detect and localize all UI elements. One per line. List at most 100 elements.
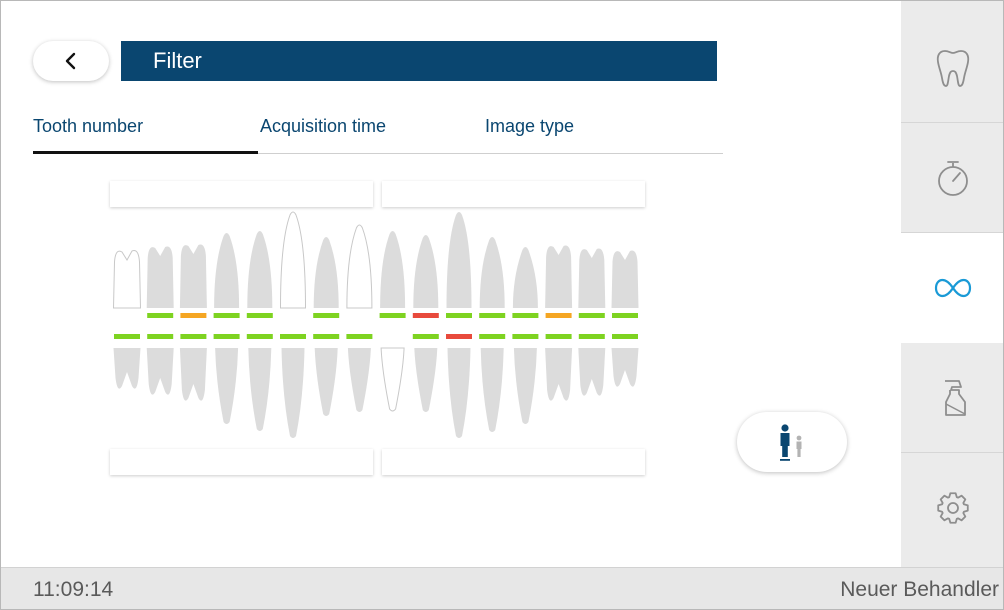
tooth-11[interactable] xyxy=(346,224,373,309)
tooth-21[interactable] xyxy=(379,231,406,318)
tooth-47[interactable] xyxy=(146,334,174,395)
tooth-23[interactable] xyxy=(446,212,472,318)
timer-icon xyxy=(938,160,968,196)
tooth-status-bar xyxy=(213,334,240,339)
tab-tooth-number[interactable]: Tooth number xyxy=(33,109,258,154)
tooth-shape xyxy=(281,348,305,438)
current-user[interactable]: Neuer Behandler xyxy=(840,568,999,609)
tooth-38[interactable] xyxy=(611,334,639,387)
tooth-status-bar xyxy=(412,334,439,339)
tooth-16[interactable] xyxy=(179,244,207,318)
gear-icon xyxy=(937,492,969,524)
tooth-22[interactable] xyxy=(412,235,439,318)
chevron-left-icon xyxy=(65,52,76,70)
tooth-shape xyxy=(414,348,438,412)
tooth-shape xyxy=(279,211,307,309)
tooth-shape xyxy=(215,348,239,424)
tooth-status-bar xyxy=(446,334,472,339)
tooth-status-bar xyxy=(313,334,340,339)
tooth-shape xyxy=(545,348,573,401)
sidebar-item-tooth[interactable] xyxy=(901,13,1003,123)
tooth-status-bar xyxy=(545,313,572,318)
tooth-shape xyxy=(112,250,142,309)
back-button[interactable] xyxy=(33,41,109,81)
tooth-status-bar xyxy=(147,313,174,318)
tooth-shape xyxy=(413,235,439,308)
sidebar-item-timer[interactable] xyxy=(901,123,1003,233)
tab-image-type[interactable]: Image type xyxy=(485,109,574,153)
tooth-32[interactable] xyxy=(412,334,439,412)
page-title: Filter xyxy=(121,41,717,81)
tooth-18[interactable] xyxy=(112,250,142,309)
lower-left-quadrant-panel[interactable] xyxy=(382,449,645,475)
tooth-26[interactable] xyxy=(545,245,573,318)
tooth-36[interactable] xyxy=(545,334,573,401)
tooth-status-bar xyxy=(612,334,638,339)
tooth-shape xyxy=(347,348,371,412)
upper-left-quadrant-panel[interactable] xyxy=(382,181,645,207)
tab-acquisition-time[interactable]: Acquisition time xyxy=(260,109,386,153)
tooth-shape xyxy=(380,231,406,308)
sidebar-item-settings[interactable] xyxy=(901,453,1003,563)
tooth-status-bar xyxy=(180,313,207,318)
tab-label: Acquisition time xyxy=(260,116,387,136)
upper-right-quadrant-panel[interactable] xyxy=(110,181,373,207)
tooth-17[interactable] xyxy=(146,246,174,318)
tooth-33[interactable] xyxy=(446,334,472,438)
tab-label: Tooth number xyxy=(33,116,144,136)
patient-type-toggle[interactable] xyxy=(737,412,847,472)
tooth-15[interactable] xyxy=(213,233,240,318)
lower-right-quadrant-panel[interactable] xyxy=(110,449,373,475)
infinity-icon xyxy=(934,278,972,298)
tooth-shape xyxy=(380,347,405,412)
tooth-45[interactable] xyxy=(213,334,240,424)
tooth-13[interactable] xyxy=(279,211,307,309)
tooth-42[interactable] xyxy=(313,334,340,416)
tooth-48[interactable] xyxy=(113,334,141,389)
tooth-status-bar xyxy=(280,334,306,339)
tooth-status-bar xyxy=(545,334,572,339)
tooth-41[interactable] xyxy=(346,334,373,412)
tooth-28[interactable] xyxy=(611,250,639,318)
tooth-status-bar xyxy=(346,334,373,339)
tooth-shape xyxy=(314,348,338,416)
tooth-31[interactable] xyxy=(380,347,405,412)
tooth-24[interactable] xyxy=(479,237,506,318)
tooth-14[interactable] xyxy=(246,231,273,318)
tooth-shape xyxy=(545,245,573,308)
tooth-shape xyxy=(578,248,606,308)
tooth-12[interactable] xyxy=(313,237,340,318)
tooth-status-bar xyxy=(612,313,638,318)
tooth-37[interactable] xyxy=(578,334,606,396)
tooth-shape xyxy=(446,212,472,308)
tooth-status-bar xyxy=(313,313,340,318)
tooth-35[interactable] xyxy=(512,334,539,424)
tooth-44[interactable] xyxy=(246,334,273,431)
tab-label: Image type xyxy=(485,116,575,136)
tooth-shape xyxy=(113,348,141,389)
tooth-status-bar xyxy=(479,334,506,339)
tooth-shape xyxy=(611,250,639,308)
sidebar-item-spray[interactable] xyxy=(901,343,1003,453)
tooth-shape xyxy=(513,348,537,424)
tooth-status-bar xyxy=(147,334,174,339)
tooth-status-bar xyxy=(512,313,539,318)
tooth-status-bar xyxy=(512,334,539,339)
tooth-shape xyxy=(512,247,538,308)
tooth-25[interactable] xyxy=(512,247,539,318)
tooth-43[interactable] xyxy=(280,334,306,438)
tooth-27[interactable] xyxy=(578,248,606,318)
status-bar: 11:09:14 Neuer Behandler xyxy=(1,567,1003,609)
tooth-46[interactable] xyxy=(179,334,207,401)
tooth-shape xyxy=(247,231,273,308)
tooth-shape xyxy=(179,244,207,308)
clock: 11:09:14 xyxy=(33,578,114,601)
tooth-status-bar xyxy=(578,313,605,318)
tooth-icon xyxy=(936,49,970,87)
spray-bottle-icon xyxy=(945,379,966,416)
tooth-shape xyxy=(480,348,504,432)
tooth-34[interactable] xyxy=(479,334,506,432)
sidebar-item-infinity[interactable] xyxy=(901,233,1003,343)
tooth-shape xyxy=(248,348,272,431)
tooth-shape xyxy=(578,348,606,396)
